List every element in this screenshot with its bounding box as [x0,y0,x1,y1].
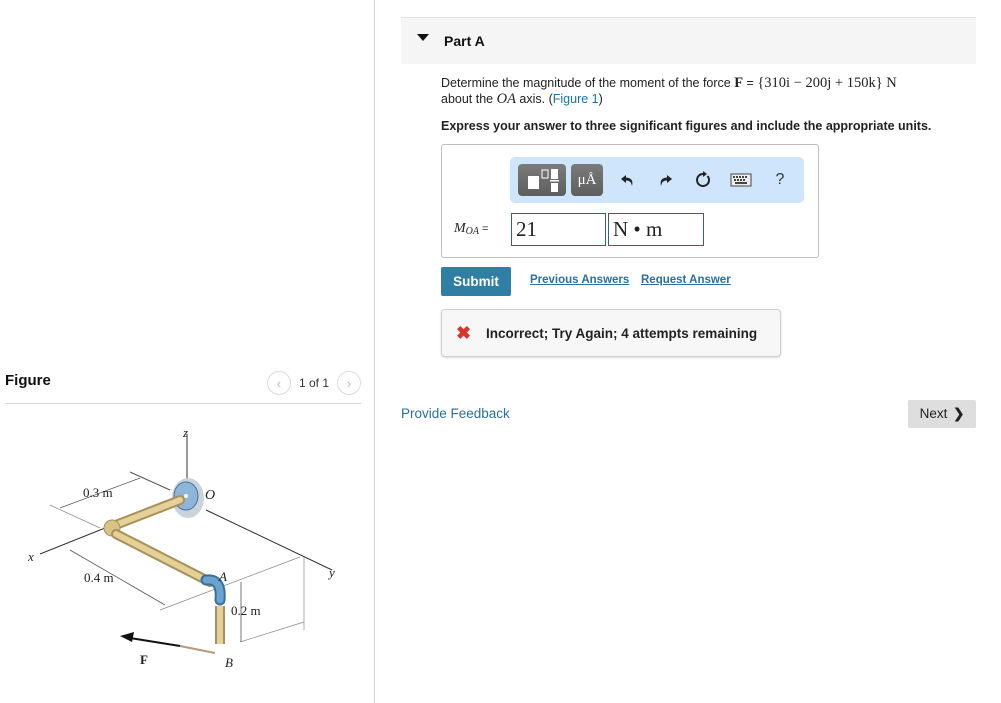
pipe-highlight [113,531,213,585]
undo-button[interactable] [617,169,639,191]
dimension-0.2-label: 0.2 m [231,603,261,618]
x-axis [39,527,106,555]
question-line2-suffix: axis. ( [515,92,553,106]
answer-box: μÅ ? MOA = 21 N • m [441,144,819,258]
answer-value-input[interactable]: 21 [511,213,606,246]
force-symbol: F [734,75,744,91]
figure-header: Figure ‹ 1 of 1 › [5,368,361,404]
templates-button[interactable] [518,164,566,196]
force-arrow [129,637,181,647]
flange-bolt [184,494,188,498]
reset-icon [696,171,711,187]
units-button[interactable]: μÅ [571,164,603,196]
keyboard-button[interactable] [730,169,752,191]
figure-link[interactable]: Figure 1 [553,92,599,106]
dimension-0.4-label: 0.4 m [84,570,114,585]
answer-label-subscript: OA [465,226,480,237]
dimension-extension-b [239,621,305,643]
z-axis-label: z [182,425,188,440]
previous-answers-link[interactable]: Previous Answers [530,274,629,286]
math-toolbar: μÅ ? [510,157,804,203]
question-prefix: Determine the magnitude of the moment of… [441,76,735,90]
next-button[interactable]: Next ❯ [908,400,976,428]
next-label: Next [919,406,948,421]
force-label: F [140,652,148,667]
question-line2-end: ) [598,92,603,106]
point-o-label: O [205,488,215,503]
equals-sign: = [743,76,758,90]
pager-count: 1 of 1 [298,376,329,390]
answer-label-equals: = [482,223,489,235]
part-header[interactable]: Part A [401,17,976,64]
y-axis-label: y [327,565,335,580]
keyboard-icon [730,173,752,187]
request-answer-link[interactable]: Request Answer [641,274,731,286]
redo-button[interactable] [654,169,676,191]
x-axis-label: x [27,549,34,564]
feedback-text: Incorrect; Try Again; 4 attempts remaini… [486,326,758,341]
answer-label: MOA = [454,221,488,237]
chevron-right-icon: ❯ [953,406,965,421]
axis-name: OA [496,91,516,107]
dimension-0.3-label: 0.3 m [83,485,113,500]
dimension-extension [49,504,101,529]
figure-title: Figure [5,372,51,389]
undo-icon [621,175,633,186]
chevron-right-icon: › [346,375,352,391]
figure-diagram: z x y O A B F 0.3 m 0.4 m 0.2 m [27,425,335,670]
incorrect-x-icon: ✖ [456,323,472,343]
reset-button[interactable] [692,169,714,191]
answer-units-input[interactable]: N • m [608,213,704,246]
pager-next-button[interactable]: › [337,371,361,395]
feedback-message: ✖ Incorrect; Try Again; 4 attempts remai… [441,309,781,357]
pager-prev-button[interactable]: ‹ [266,371,291,395]
y-axis [205,509,333,571]
pipe-highlight [110,497,183,529]
submit-button[interactable]: Submit [441,267,511,296]
point-a-label: A [218,569,227,584]
answer-label-main: M [454,221,466,236]
question-text: Determine the magnitude of the moment of… [441,75,971,107]
point-b-label: B [225,655,233,670]
instruction-text: Express your answer to three significant… [441,119,932,133]
redo-icon [660,175,672,186]
rope [179,645,216,654]
question-line2-prefix: about the [441,92,497,106]
templates-icon [528,169,559,192]
provide-feedback-link[interactable]: Provide Feedback [401,406,510,421]
part-title: Part A [444,33,485,49]
figure-pager: ‹ 1 of 1 › [266,371,361,395]
caret-down-icon[interactable] [417,34,429,41]
help-button[interactable]: ? [769,169,791,191]
force-vector: {310i − 200j + 150k} N [757,75,897,91]
force-arrowhead [120,632,134,642]
figure-panel: Figure ‹ 1 of 1 › z x y O A B F 0.3 m 0.… [0,0,375,703]
chevron-left-icon: ‹ [276,375,282,391]
dimension-tick [129,471,171,491]
